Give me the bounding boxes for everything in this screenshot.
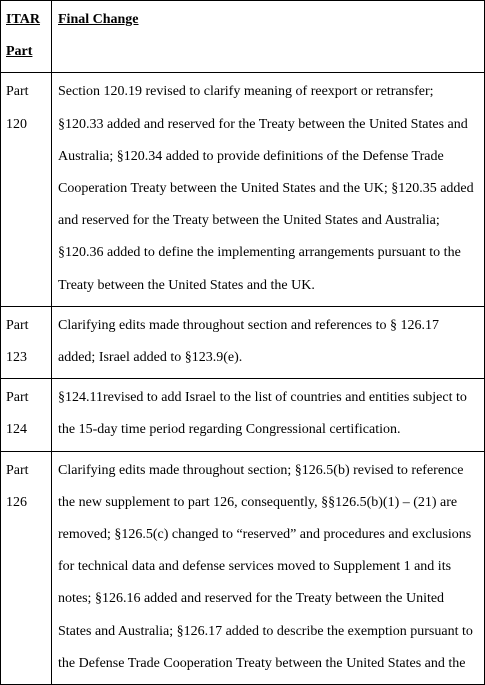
change-cell: §124.11revised to add Israel to the list… [51,378,485,452]
part-label: Part [6,462,29,478]
part-label: Part [6,84,29,100]
change-text-line: notes; §126.16 added and reserved for th… [58,591,445,607]
itar-changes-table: ITAR Part Final Change Part 120 Section … [0,0,485,685]
header-change-label: Final Change [58,12,139,27]
change-text-line: Clarifying edits made throughout section… [58,317,440,333]
table-row: Part 123 Clarifying edits made throughou… [0,305,485,380]
part-label: Part [6,390,29,406]
change-text-line: added; Israel added to §123.9(e). [58,350,243,366]
change-cell: Section 120.19 revised to clarify meanin… [51,72,485,307]
header-change-cell: Final Change [51,0,485,74]
part-cell: Part 123 [0,305,52,380]
change-text-line: for technical data and defense services … [58,559,452,575]
table-header-row: ITAR Part Final Change [0,0,485,74]
part-cell: Part 120 [0,72,52,307]
part-number: 120 [6,116,27,132]
change-text-line: §120.36 added to define the implementing… [58,245,461,261]
table-row: Part 124 §124.11revised to add Israel to… [0,378,485,452]
part-number: 126 [6,494,27,510]
header-part-label-line1: ITAR [6,12,40,27]
change-cell: Clarifying edits made throughout section… [51,450,485,685]
change-text-line: and reserved for the Treaty between the … [58,213,440,229]
change-text-line: the Defense Trade Cooperation Treaty bet… [58,655,466,671]
change-text-line: the new supplement to part 126, conseque… [58,494,458,510]
part-number: 123 [6,350,27,366]
part-cell: Part 126 [0,450,52,685]
change-text-line: Cooperation Treaty between the United St… [58,181,474,197]
change-text-line: the 15-day time period regarding Congres… [58,422,401,438]
table-row: Part 126 Clarifying edits made throughou… [0,450,485,685]
change-text-line: Clarifying edits made throughout section… [58,462,464,478]
part-cell: Part 124 [0,378,52,452]
part-label: Part [6,317,29,333]
change-text-line: §120.33 added and reserved for the Treat… [58,116,468,132]
header-part-label-line2: Part [6,44,33,60]
change-text-line: removed; §126.5(c) changed to “reserved”… [58,527,472,543]
change-cell: Clarifying edits made throughout section… [51,305,485,380]
change-text-line: States and Australia; §126.17 added to d… [58,623,473,639]
part-number: 124 [6,422,27,438]
change-text-line: Australia; §120.34 added to provide defi… [58,148,444,164]
table-row: Part 120 Section 120.19 revised to clari… [0,72,485,307]
header-part-cell: ITAR Part [0,0,52,74]
change-text-line: Section 120.19 revised to clarify meanin… [58,84,434,100]
change-text-line: Treaty between the United States and the… [58,277,315,293]
change-text-line: §124.11revised to add Israel to the list… [58,390,467,406]
